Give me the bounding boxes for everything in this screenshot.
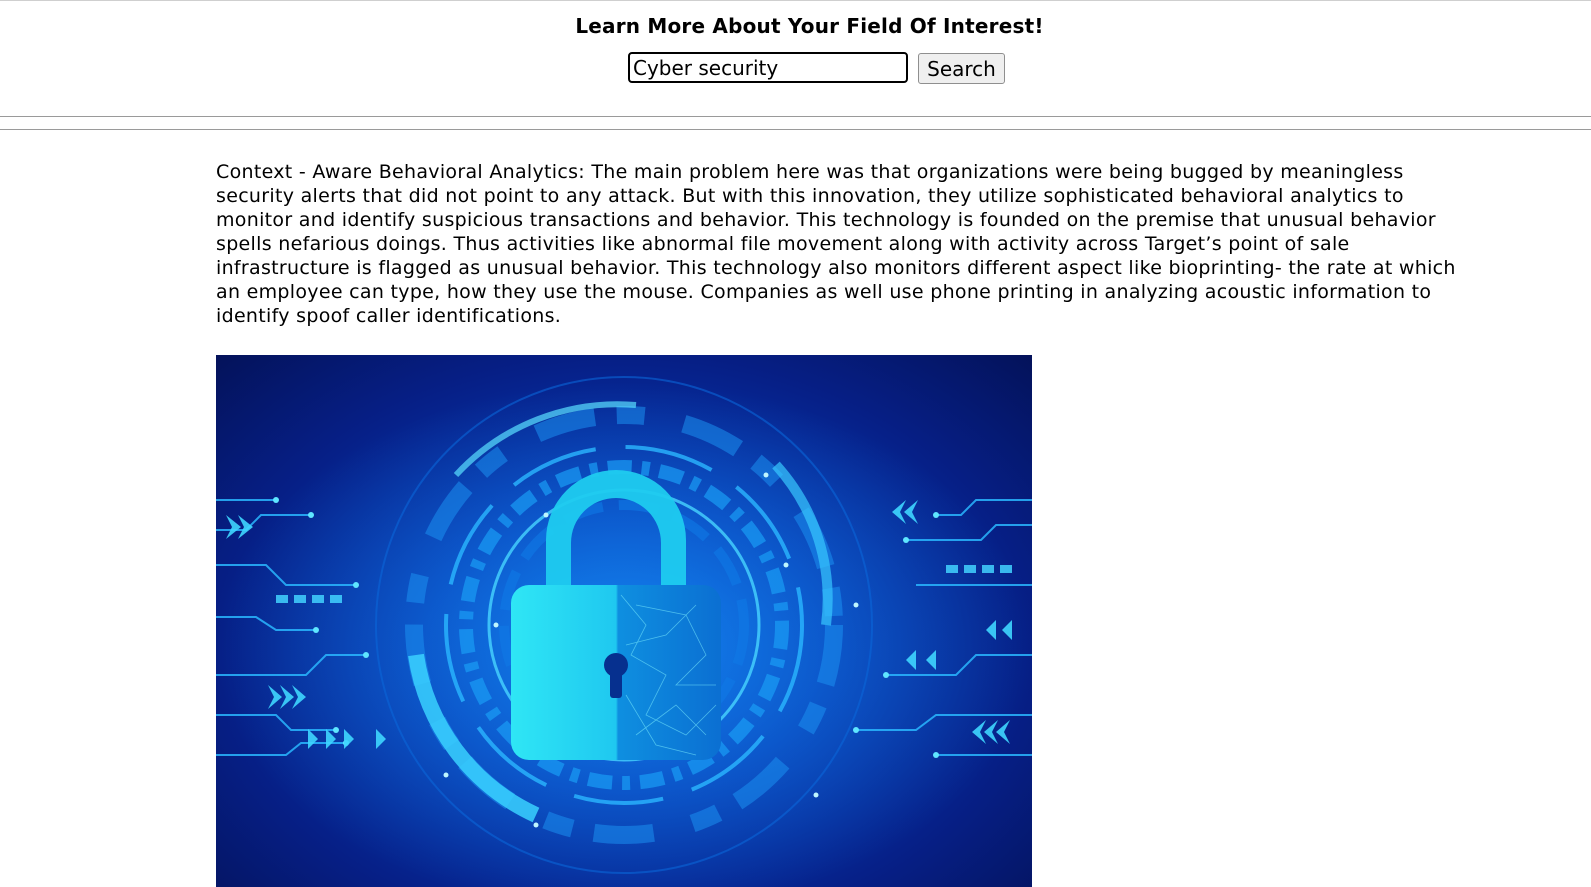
search-input[interactable]	[628, 52, 908, 83]
divider-bottom	[0, 129, 1591, 130]
search-button[interactable]: Search	[918, 53, 1005, 84]
page-header: Learn More About Your Field Of Interest!…	[0, 0, 1591, 117]
page-title: Learn More About Your Field Of Interest!	[575, 14, 1044, 38]
divider-top	[0, 116, 1591, 117]
article-text: Context - Aware Behavioral Analytics: Th…	[216, 161, 1456, 327]
cyber-security-image	[216, 355, 1032, 887]
